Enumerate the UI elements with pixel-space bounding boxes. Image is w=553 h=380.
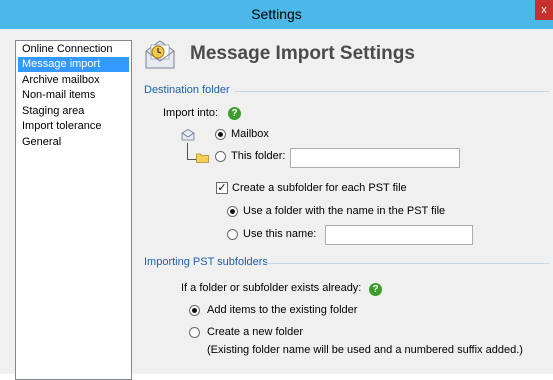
mail-clock-icon <box>145 40 175 69</box>
nav-item-staging-area[interactable]: Staging area <box>18 104 129 119</box>
nav-item-message-import[interactable]: Message import <box>18 57 129 72</box>
create-new-label: Create a new folder <box>207 326 303 338</box>
mailbox-radio[interactable] <box>215 129 226 140</box>
use-this-name-input[interactable] <box>325 225 473 245</box>
use-pst-name-label: Use a folder with the name in the PST fi… <box>243 205 446 217</box>
nav-item-online-connection[interactable]: Online Connection <box>18 42 129 57</box>
use-this-name-radio[interactable] <box>227 229 238 240</box>
exists-help-icon[interactable]: ? <box>369 283 382 296</box>
import-into-label: Import into: <box>163 107 219 119</box>
this-folder-radio[interactable] <box>215 151 226 162</box>
create-new-radio[interactable] <box>189 327 200 338</box>
page-title: Message Import Settings <box>190 43 415 64</box>
destination-section-rule <box>234 91 549 92</box>
window-title: Settings <box>251 6 302 22</box>
mailbox-envelope-icon <box>181 129 195 141</box>
create-subfolder-checkbox[interactable]: ✓ <box>216 182 228 194</box>
nav-item-import-tolerance[interactable]: Import tolerance <box>18 119 129 134</box>
this-folder-input[interactable] <box>290 148 460 168</box>
settings-nav-list: Online Connection Message import Archive… <box>15 40 132 380</box>
use-this-name-label: Use this name: <box>243 228 317 240</box>
nav-item-general[interactable]: General <box>18 135 129 150</box>
destination-section-title: Destination folder <box>144 84 230 96</box>
subfolders-section-rule <box>264 263 549 264</box>
add-existing-radio[interactable] <box>189 305 200 316</box>
nav-item-non-mail-items[interactable]: Non-mail items <box>18 88 129 103</box>
use-pst-name-radio[interactable] <box>227 206 238 217</box>
settings-panel: Message Import Settings Destination fold… <box>136 29 553 374</box>
import-into-help-icon[interactable]: ? <box>228 107 241 120</box>
title-bar: Settings x <box>0 0 553 29</box>
mailbox-label: Mailbox <box>231 128 269 140</box>
exists-label: If a folder or subfolder exists already: <box>181 282 362 294</box>
create-new-note: (Existing folder name will be used and a… <box>207 344 523 356</box>
create-subfolder-label: Create a subfolder for each PST file <box>232 182 407 194</box>
folder-icon <box>196 153 209 163</box>
this-folder-label: This folder: <box>231 150 286 162</box>
add-existing-label: Add items to the existing folder <box>207 304 358 316</box>
nav-item-archive-mailbox[interactable]: Archive mailbox <box>18 73 129 88</box>
close-button[interactable]: x <box>535 0 553 20</box>
subfolders-section-title: Importing PST subfolders <box>144 256 268 268</box>
